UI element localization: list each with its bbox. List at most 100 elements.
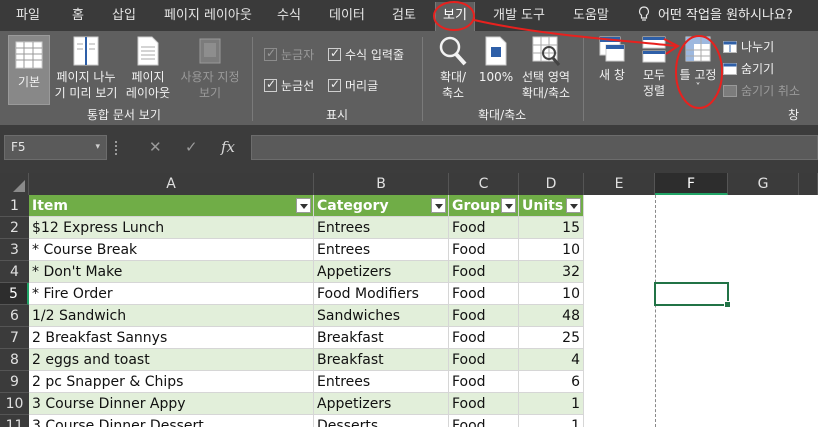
table-cell-category[interactable]: Appetizers: [314, 261, 449, 283]
column-header-h[interactable]: [799, 173, 818, 195]
table-header-cell[interactable]: Units: [519, 195, 584, 217]
select-all-button[interactable]: [0, 173, 29, 195]
page-layout-view-button[interactable]: 페이지 레이아웃: [122, 35, 174, 101]
table-cell-item[interactable]: 2 Breakfast Sannys: [29, 327, 314, 349]
table-cell-units[interactable]: 10: [519, 283, 584, 305]
tab-formulas[interactable]: 수식: [277, 0, 301, 31]
insert-function-icon[interactable]: fx: [221, 138, 235, 156]
normal-view-button[interactable]: 기본: [8, 35, 50, 105]
table-cell-category[interactable]: Breakfast: [314, 327, 449, 349]
row-header[interactable]: 6: [0, 305, 29, 327]
tab-view[interactable]: 보기: [435, 2, 475, 31]
formula-input[interactable]: [251, 135, 818, 160]
table-cell-units[interactable]: 15: [519, 217, 584, 239]
tell-me-search[interactable]: 어떤 작업을 원하시나요?: [638, 0, 793, 31]
zoom-100-button[interactable]: 100%: [478, 35, 514, 85]
tab-data[interactable]: 데이터: [329, 0, 365, 31]
table-cell-group[interactable]: Food: [449, 283, 519, 305]
hide-window-button[interactable]: 숨기기: [723, 60, 774, 77]
table-cell-group[interactable]: Food: [449, 327, 519, 349]
tab-developer[interactable]: 개발 도구: [493, 0, 545, 31]
table-header-cell[interactable]: Category: [314, 195, 449, 217]
table-cell-units[interactable]: 4: [519, 349, 584, 371]
table-cell-group[interactable]: Food: [449, 239, 519, 261]
table-cell-units[interactable]: 1: [519, 393, 584, 415]
row-header[interactable]: 9: [0, 371, 29, 393]
row-header[interactable]: 7: [0, 327, 29, 349]
column-header-b[interactable]: B: [314, 173, 449, 195]
zoom-button[interactable]: 확대/ 축소: [432, 35, 474, 101]
row-header[interactable]: 2: [0, 217, 29, 239]
table-cell-group[interactable]: Food: [449, 261, 519, 283]
tab-home[interactable]: 홈: [72, 0, 84, 31]
table-cell-category[interactable]: Food Modifiers: [314, 283, 449, 305]
new-window-button[interactable]: 새 창: [594, 35, 630, 83]
table-cell-item[interactable]: * Don't Make: [29, 261, 314, 283]
table-cell-units[interactable]: 25: [519, 327, 584, 349]
gridlines-checkbox[interactable]: 눈금선: [264, 77, 314, 94]
tab-page-layout[interactable]: 페이지 레이아웃: [164, 0, 252, 31]
split-button[interactable]: 나누기: [723, 38, 774, 55]
table-cell-group[interactable]: Food: [449, 393, 519, 415]
table-cell-group[interactable]: Food: [449, 371, 519, 393]
table-cell-units[interactable]: 32: [519, 261, 584, 283]
table-cell-item[interactable]: 3 Course Dinner Appy: [29, 393, 314, 415]
column-header-c[interactable]: C: [449, 173, 519, 195]
table-cell-item[interactable]: * Course Break: [29, 239, 314, 261]
name-box-dropdown-icon[interactable]: ▾: [95, 136, 100, 159]
table-cell-category[interactable]: Breakfast: [314, 349, 449, 371]
table-cell-category[interactable]: Sandwiches: [314, 305, 449, 327]
column-header-d[interactable]: D: [519, 173, 584, 195]
table-header-cell[interactable]: Item: [29, 195, 314, 217]
freeze-panes-button[interactable]: 틀 고정 ˅: [676, 35, 720, 93]
table-cell-group[interactable]: Food: [449, 305, 519, 327]
column-header-f[interactable]: F: [655, 173, 728, 195]
row-header[interactable]: 10: [0, 393, 29, 415]
table-header-cell[interactable]: Group: [449, 195, 519, 217]
enter-icon[interactable]: ✓: [185, 138, 198, 156]
cancel-icon[interactable]: ✕: [149, 138, 162, 156]
table-cell-group[interactable]: Food: [449, 415, 519, 427]
arrange-all-button[interactable]: 모두 정렬: [636, 35, 672, 99]
headings-checkbox[interactable]: 머리글: [328, 77, 378, 94]
table-cell-item[interactable]: 3 Course Dinner Dessert: [29, 415, 314, 427]
row-header[interactable]: 11: [0, 415, 29, 427]
row-header[interactable]: 8: [0, 349, 29, 371]
row-header[interactable]: 5: [0, 283, 29, 305]
table-cell-units[interactable]: 48: [519, 305, 584, 327]
column-header-e[interactable]: E: [584, 173, 655, 195]
table-cell-units[interactable]: 10: [519, 239, 584, 261]
table-cell-category[interactable]: Entrees: [314, 371, 449, 393]
row-header[interactable]: 3: [0, 239, 29, 261]
resize-handle-icon[interactable]: [115, 141, 118, 155]
tab-file[interactable]: 파일: [16, 0, 40, 31]
page-break-preview-button[interactable]: 페이지 나누 기 미리 보기: [52, 35, 120, 101]
table-cell-category[interactable]: Desserts: [314, 415, 449, 427]
column-header-a[interactable]: A: [29, 173, 314, 195]
name-box[interactable]: F5 ▾: [4, 135, 107, 160]
table-cell-units[interactable]: 6: [519, 371, 584, 393]
table-cell-group[interactable]: Food: [449, 349, 519, 371]
filter-dropdown-icon[interactable]: [296, 198, 311, 213]
filter-dropdown-icon[interactable]: [566, 198, 581, 213]
table-cell-group[interactable]: Food: [449, 217, 519, 239]
table-cell-item[interactable]: 2 eggs and toast: [29, 349, 314, 371]
table-cell-item[interactable]: * Fire Order: [29, 283, 314, 305]
tab-help[interactable]: 도움말: [573, 0, 609, 31]
active-cell-f5[interactable]: [654, 282, 731, 308]
zoom-to-selection-button[interactable]: 선택 영역 확대/축소: [516, 35, 576, 101]
table-cell-category[interactable]: Entrees: [314, 239, 449, 261]
table-cell-category[interactable]: Entrees: [314, 217, 449, 239]
tab-review[interactable]: 검토: [392, 0, 416, 31]
table-cell-units[interactable]: 1: [519, 415, 584, 427]
table-cell-item[interactable]: 1/2 Sandwich: [29, 305, 314, 327]
table-cell-item[interactable]: $12 Express Lunch: [29, 217, 314, 239]
row-header[interactable]: 4: [0, 261, 29, 283]
row-header[interactable]: 1: [0, 195, 29, 217]
formula-bar-checkbox[interactable]: 수식 입력줄: [328, 46, 404, 63]
filter-dropdown-icon[interactable]: [431, 198, 446, 213]
filter-dropdown-icon[interactable]: [501, 198, 516, 213]
tab-insert[interactable]: 삽입: [112, 0, 136, 31]
table-cell-item[interactable]: 2 pc Snapper & Chips: [29, 371, 314, 393]
table-cell-category[interactable]: Appetizers: [314, 393, 449, 415]
